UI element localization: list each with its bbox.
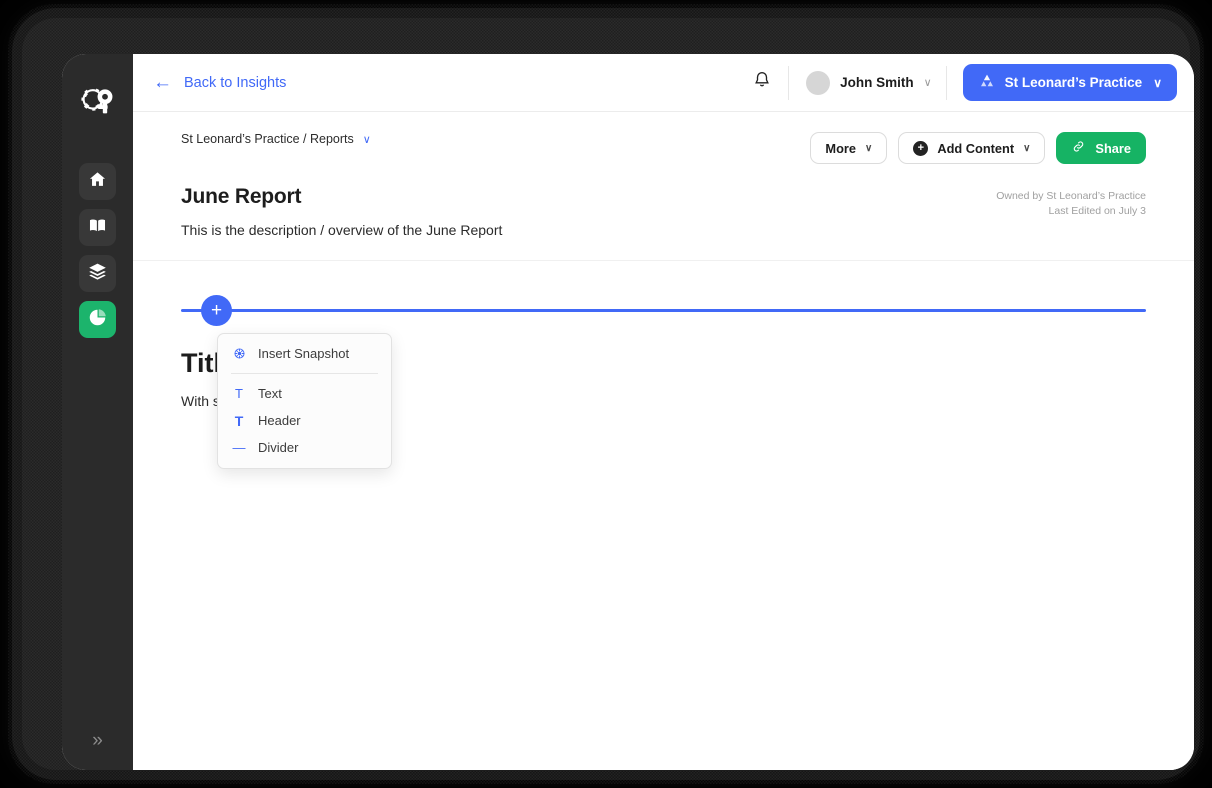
user-menu[interactable]: John Smith ∨ [789, 70, 946, 95]
back-to-insights-link[interactable]: ← Back to Insights [153, 73, 286, 92]
book-icon [88, 216, 107, 240]
menu-item-label: Divider [258, 440, 299, 455]
chevron-down-icon: ∨ [1153, 75, 1162, 90]
double-chevron-right-icon: » [92, 730, 103, 751]
report-header: St Leonard’s Practice / Reports ∨ More ∨… [133, 112, 1194, 261]
insert-block-button[interactable]: + [201, 295, 232, 326]
chevron-down-icon: ∨ [923, 77, 932, 89]
chevron-down-icon: ∨ [362, 133, 371, 146]
menu-item-insert-snapshot[interactable]: Insert Snapshot [218, 340, 391, 367]
sidebar-expand-button[interactable]: » [62, 726, 133, 756]
divider [945, 65, 947, 100]
owned-by-label: Owned by St Leonard’s Practice [996, 190, 1146, 202]
report-meta: Owned by St Leonard’s Practice Last Edit… [996, 189, 1146, 219]
menu-item-label: Header [258, 413, 301, 428]
layers-icon [88, 262, 107, 286]
plus-icon: + [210, 300, 223, 321]
report-canvas: + Title With some text [133, 261, 1194, 770]
practice-label: St Leonard’s Practice [1004, 75, 1143, 90]
home-icon [88, 170, 107, 194]
insert-line: + [181, 295, 1146, 326]
back-link-label: Back to Insights [184, 74, 287, 91]
more-button[interactable]: More ∨ [810, 132, 888, 164]
practice-switcher-button[interactable]: St Leonard’s Practice ∨ [962, 64, 1177, 101]
share-button[interactable]: Share [1056, 132, 1146, 164]
add-content-button[interactable]: + Add Content ∨ [898, 132, 1046, 164]
sidebar-item-library[interactable] [79, 209, 116, 246]
page-description: This is the description / overview of th… [181, 222, 503, 238]
breadcrumb-label: St Leonard’s Practice / Reports [181, 132, 354, 146]
app-window: » ← Back to Insights John Smith ∨ St Leo… [62, 54, 1194, 770]
chevron-down-icon: ∨ [865, 142, 873, 154]
user-name-label: John Smith [840, 75, 914, 90]
menu-item-divider[interactable]: — Divider [218, 434, 391, 461]
breadcrumb-row: St Leonard’s Practice / Reports ∨ More ∨… [181, 132, 1146, 164]
breadcrumb[interactable]: St Leonard’s Practice / Reports ∨ [181, 132, 371, 146]
more-button-label: More [825, 140, 856, 156]
aperture-icon [232, 347, 246, 360]
avatar [806, 70, 831, 95]
insert-block-menu: Insert Snapshot T Text T Header — Divide… [217, 333, 392, 469]
sidebar-item-home[interactable] [79, 163, 116, 200]
pie-chart-icon [88, 308, 107, 332]
add-content-label: Add Content [937, 140, 1015, 156]
device-frame: » ← Back to Insights John Smith ∨ St Leo… [8, 4, 1204, 784]
chevron-down-icon: ∨ [1023, 142, 1031, 154]
sidebar-item-datasets[interactable] [79, 255, 116, 292]
arrow-left-icon: ← [153, 72, 172, 93]
notifications-button[interactable] [736, 70, 788, 95]
triangle-logo-icon [978, 72, 996, 93]
menu-item-label: Insert Snapshot [258, 346, 350, 361]
divider-icon: — [232, 440, 246, 455]
share-button-label: Share [1095, 140, 1131, 156]
plus-icon: + [913, 140, 929, 156]
link-icon [1071, 139, 1086, 157]
topbar: ← Back to Insights John Smith ∨ St Leona… [133, 54, 1194, 112]
header-actions: More ∨ + Add Content ∨ Share [810, 132, 1146, 164]
menu-item-header[interactable]: T Header [218, 407, 391, 434]
sidebar: » [62, 54, 133, 770]
menu-divider [231, 373, 378, 374]
menu-item-text[interactable]: T Text [218, 380, 391, 407]
notification-bell-icon [752, 70, 772, 95]
last-edited-label: Last Edited on July 3 [1048, 205, 1146, 218]
sidebar-item-insights[interactable] [79, 301, 116, 338]
text-icon: T [235, 386, 243, 401]
menu-item-label: Text [258, 386, 282, 401]
main-area: ← Back to Insights John Smith ∨ St Leona… [133, 54, 1194, 770]
topbar-right: John Smith ∨ St Leonard’s Practice ∨ [736, 64, 1177, 101]
gp-logo [77, 81, 119, 123]
sidebar-nav [79, 163, 116, 338]
header-icon: T [234, 412, 244, 429]
